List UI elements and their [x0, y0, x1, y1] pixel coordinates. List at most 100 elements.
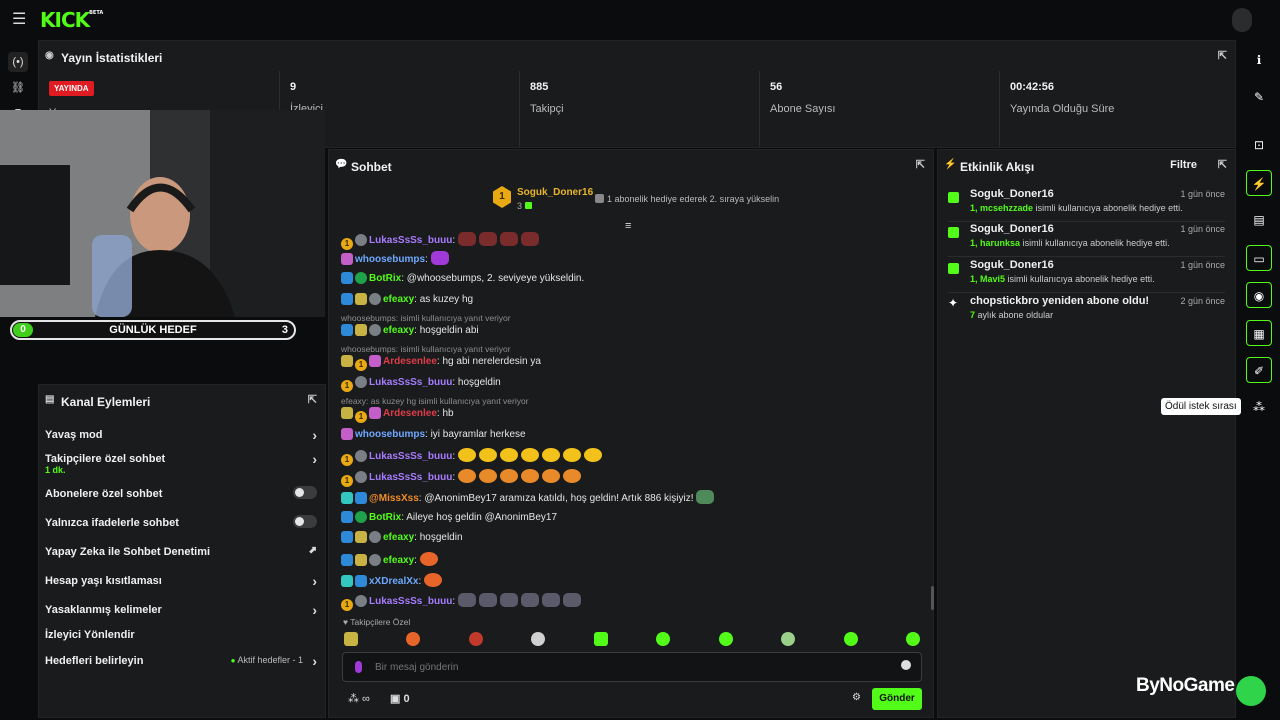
emote-option[interactable]	[719, 632, 733, 646]
username[interactable]: BotRix	[369, 512, 401, 523]
link-icon[interactable]: ⛓	[8, 78, 28, 98]
username[interactable]: efeaxy	[383, 325, 414, 336]
emote-option[interactable]	[844, 632, 858, 646]
goals-row[interactable]: Hedefleri belirleyin ● Aktif hedefler - 1…	[45, 653, 317, 677]
emoji-icon[interactable]	[901, 660, 911, 670]
webcam-image	[0, 110, 325, 317]
target-icon[interactable]: ⊡	[1246, 132, 1272, 158]
username[interactable]: @MissXss	[369, 493, 419, 504]
reward-queue-icon[interactable]: ⁂	[1246, 394, 1272, 420]
emote	[424, 573, 443, 587]
mic-icon[interactable]	[355, 661, 362, 673]
emote	[520, 469, 539, 483]
emote	[541, 593, 560, 607]
emotes-only-toggle[interactable]	[293, 515, 317, 528]
username[interactable]: LukasSsSs_buuu	[369, 235, 452, 246]
emote-option[interactable]	[594, 632, 608, 646]
emote-option[interactable]	[469, 632, 483, 646]
chat-input-box[interactable]	[342, 652, 922, 682]
chat-message: 1 LukasSsSs_buuu:	[341, 469, 584, 487]
chat-title: Sohbet	[351, 160, 392, 174]
reward-queue-tooltip: Ödül istek sırası	[1161, 398, 1241, 415]
pinned-user[interactable]: Soguk_Doner16	[517, 187, 593, 198]
emote	[499, 448, 518, 462]
emote	[499, 232, 518, 246]
emote-option[interactable]	[656, 632, 670, 646]
points-icon[interactable]: ⁂ ∞	[348, 692, 370, 705]
chat-message: whoosebumps: iyi bayramlar herkese	[341, 428, 526, 446]
popout-icon[interactable]: ⇱	[916, 158, 925, 171]
emote	[520, 232, 539, 246]
channel-actions-panel: ▤ Kanal Eylemleri ⇱ Yavaş mod › Takipçile…	[38, 384, 326, 718]
username[interactable]: efeaxy	[383, 294, 414, 305]
kick-logo[interactable]: KICKBETA	[40, 8, 103, 32]
row-sub: 1 dk.	[45, 465, 66, 475]
username[interactable]: LukasSsSs_buuu	[369, 377, 452, 388]
info-icon[interactable]: ℹ	[1246, 47, 1272, 73]
broadcast-icon[interactable]: ◉	[1246, 282, 1272, 308]
username[interactable]: BotRix	[369, 273, 401, 284]
username[interactable]: Ardesenlee	[383, 408, 437, 419]
emote-option[interactable]	[906, 632, 920, 646]
settings-icon[interactable]: ⚙	[852, 692, 861, 703]
slow-mode-row[interactable]: Yavaş mod ›	[45, 427, 317, 451]
username[interactable]: Ardesenlee	[383, 356, 437, 367]
reply-context: efeaxy: as kuzey hg isimli kullanıcıya y…	[341, 396, 529, 406]
chat-message: efeaxy:	[341, 552, 441, 570]
banned-words-row[interactable]: Yasaklanmış kelimeler ›	[45, 602, 317, 626]
activity-event: Soguk_Doner16 1, harunksa isimli kullanıc…	[948, 223, 1225, 257]
username[interactable]: efeaxy	[383, 555, 414, 566]
followers-only-row[interactable]: Takipçilere özel sohbet 1 dk. ›	[45, 451, 317, 479]
emote-option[interactable]	[344, 632, 358, 646]
stats-title: Yayın İstatistikleri	[61, 51, 163, 65]
stat-value: 00:42:56	[1010, 81, 1055, 93]
avatar[interactable]	[1232, 8, 1252, 32]
chat-message: 1 Ardesenlee: hg abi nerelerdesin ya	[341, 355, 541, 373]
emote-option[interactable]	[531, 632, 545, 646]
username[interactable]: whoosebumps	[355, 429, 425, 440]
wrench-icon[interactable]: ✐	[1246, 357, 1272, 383]
chat-scrollbar[interactable]	[931, 586, 934, 610]
ai-moderation-row[interactable]: Yapay Zeka ile Sohbet Denetimi ⬈	[45, 545, 317, 568]
watermark-badge	[1236, 676, 1266, 706]
emote	[457, 232, 476, 246]
chat-icon[interactable]: ▭	[1246, 245, 1272, 271]
emote	[478, 448, 497, 462]
emote-option[interactable]	[781, 632, 795, 646]
username[interactable]: xXDrealXx	[369, 576, 418, 587]
username[interactable]: efeaxy	[383, 532, 414, 543]
menu-icon[interactable]: ☰	[12, 12, 30, 28]
username[interactable]: LukasSsSs_buuu	[369, 596, 452, 607]
host-row[interactable]: İzleyici Yönlendir	[45, 629, 317, 651]
popout-icon[interactable]: ⇱	[1218, 158, 1227, 171]
username[interactable]: LukasSsSs_buuu	[369, 451, 452, 462]
subscribers-only-toggle[interactable]	[293, 486, 317, 499]
chat-message: efeaxy: hoşgeldin	[341, 531, 463, 549]
row-label: Yalnızca ifadelerle sohbet	[45, 517, 179, 529]
lightning-icon[interactable]: ⚡	[1246, 170, 1272, 196]
pencil-icon[interactable]: ✎	[1246, 84, 1272, 110]
emote	[478, 232, 497, 246]
send-button[interactable]: Gönder	[872, 688, 922, 710]
broadcast-icon[interactable]: (•)	[8, 52, 28, 72]
gift-counter[interactable]: ▣ 0	[390, 692, 410, 705]
emote-option[interactable]	[406, 632, 420, 646]
emote	[562, 593, 581, 607]
chat-icon: 💬	[335, 159, 348, 170]
account-age-row[interactable]: Hesap yaşı kısıtlaması ›	[45, 573, 317, 597]
watermark-logo: ByNoGame	[1136, 675, 1235, 696]
actions-icon[interactable]: ▦	[1246, 320, 1272, 346]
chat-input[interactable]	[375, 658, 885, 676]
chevron-right-icon: ›	[312, 653, 317, 669]
filter-button[interactable]: Filtre	[1170, 159, 1197, 171]
notes-icon[interactable]: ▤	[1246, 207, 1272, 233]
activity-title: Etkinlik Akışı	[960, 160, 1035, 174]
chevron-right-icon: ›	[312, 427, 317, 443]
chart-icon: ⬈	[308, 545, 317, 556]
collapse-icon[interactable]: ≡	[625, 220, 631, 232]
popout-icon[interactable]: ⇱	[1218, 49, 1227, 62]
username[interactable]: whoosebumps	[355, 254, 425, 265]
username[interactable]: LukasSsSs_buuu	[369, 472, 452, 483]
popout-icon[interactable]: ⇱	[308, 393, 317, 406]
activity-event: Soguk_Doner16 1, mcsehzzade isimli kullan…	[948, 188, 1225, 222]
